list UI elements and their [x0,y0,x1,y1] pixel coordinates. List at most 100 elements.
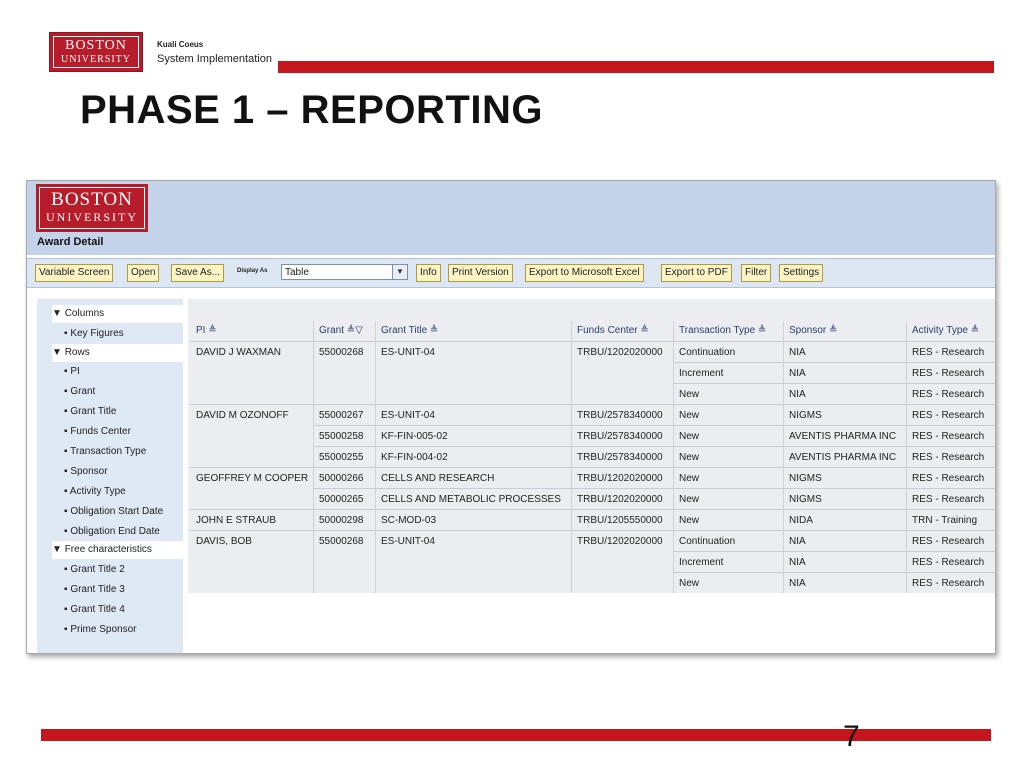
nav-row-item[interactable]: ▪ Funds Center [64,423,131,441]
table-cell: TRBU/1202020000 [577,494,663,505]
table-cell: RES - Research [912,557,985,568]
nav-free-item[interactable]: ▪ Prime Sponsor [64,621,136,639]
table-cell: RES - Research [912,452,985,463]
nav-free-characteristics[interactable]: ▼ Free characteristics [52,541,187,559]
table-cell: Increment [679,557,724,568]
table-cell: TRBU/2578340000 [577,410,663,421]
open-button[interactable]: Open [127,264,160,282]
table-cell: New [679,473,700,484]
table-cell: ES-UNIT-04 [381,410,435,421]
table-cell: New [679,452,700,463]
nav-row-item[interactable]: ▪ Sponsor [64,463,108,481]
report-table: PI ≜ Grant ≜▽ Grant Title ≜ Funds Center ≜ T… [188,299,995,593]
logo-line-2: UNIVERSITY [61,54,131,65]
report-screenshot: BOSTON UNIVERSITY Award Detail Variable … [26,180,996,654]
app-header: BOSTON UNIVERSITY Award Detail [27,181,995,255]
table-cell: RES - Research [912,578,985,589]
column-header[interactable]: Transaction Type ≜ [679,322,766,340]
nav-free-label: Grant Title 2 [70,564,125,575]
column-header[interactable]: Grant ≜▽ [319,322,363,340]
top-accent-bar [278,61,994,73]
nav-row-label: Obligation End Date [70,526,160,537]
column-header[interactable]: Grant Title ≜ [381,322,438,340]
settings-button[interactable]: Settings [779,264,824,282]
nav-rows[interactable]: ▼ Rows [52,344,187,362]
table-cell: RES - Research [912,494,985,505]
table-cell: NIA [789,389,806,400]
table-cell: SC-MOD-03 [381,515,437,526]
table-cell: New [679,578,700,589]
table-cell: KF-FIN-004-02 [381,452,448,463]
column-divider [571,321,572,593]
table-cell: RES - Research [912,389,985,400]
chevron-down-icon[interactable]: ▼ [392,264,408,280]
table-cell: RES - Research [912,473,985,484]
table-cell: Continuation [679,347,736,358]
save-as-button[interactable]: Save As... [171,264,225,282]
nav-row-label: PI [70,366,80,377]
variable-screen-button[interactable]: Variable Screen [35,264,114,282]
nav-row-item[interactable]: ▪ Obligation End Date [64,523,160,541]
nav-row-label: Grant Title [70,406,117,417]
table-cell: RES - Research [912,536,985,547]
page-number: 7 [843,720,860,753]
nav-free-label: Grant Title 3 [70,584,125,595]
table-cell: RES - Research [912,368,985,379]
nav-row-item[interactable]: ▪ Grant [64,383,95,401]
table-cell: NIGMS [789,410,822,421]
table-cell: TRBU/1202020000 [577,536,663,547]
column-header[interactable]: PI ≜ [196,322,217,340]
export-pdf-button[interactable]: Export to PDF [661,264,732,282]
nav-row-item[interactable]: ▪ Transaction Type [64,443,146,461]
table-cell: New [679,494,700,505]
table-cell: New [679,389,700,400]
table-cell: JOHN E STRAUB [196,515,277,526]
column-header[interactable]: Sponsor ≜ [789,322,837,340]
display-as-select[interactable]: Table [281,264,407,280]
navigation-panel: ▼ Columns ▪ Key Figures ▼ Rows ▪ PI ▪ Gr… [37,299,187,653]
column-header[interactable]: Funds Center ≜ [577,322,649,340]
export-excel-button[interactable]: Export to Microsoft Excel [525,264,644,282]
expand-triangle-icon: ▼ [52,308,65,319]
nav-key-figures-label: Key Figures [70,328,124,339]
nav-free-characteristics-label: Free characteristics [64,544,152,555]
boston-university-logo: BOSTON UNIVERSITY [49,32,143,72]
nav-row-label: Funds Center [70,426,131,437]
column-header[interactable]: Activity Type ≜ [912,322,979,340]
table-cell: 55000268 [319,536,364,547]
nav-columns[interactable]: ▼ Columns [52,305,187,323]
table-cell: NIGMS [789,473,822,484]
nav-row-label: Sponsor [70,466,108,477]
nav-row-item[interactable]: ▪ PI [64,363,80,381]
table-cell: RES - Research [912,347,985,358]
table-cell: ES-UNIT-04 [381,536,435,547]
nav-free-item[interactable]: ▪ Grant Title 2 [64,561,125,579]
app-logo-line-1: BOSTON [51,189,133,210]
app-logo-line-2: UNIVERSITY [46,210,138,224]
table-cell: New [679,431,700,442]
slide-title: PHASE 1 – REPORTING [80,88,543,132]
nav-row-item[interactable]: ▪ Grant Title [64,403,116,421]
nav-free-item[interactable]: ▪ Grant Title 3 [64,581,125,599]
nav-free-item[interactable]: ▪ Grant Title 4 [64,601,125,619]
table-cell: New [679,410,700,421]
nav-row-item[interactable]: ▪ Activity Type [64,483,126,501]
nav-row-item[interactable]: ▪ Obligation Start Date [64,503,163,521]
expand-triangle-icon: ▼ [52,347,65,358]
nav-key-figures[interactable]: ▪ Key Figures [64,325,124,343]
table-cell: NIA [789,368,806,379]
filter-button[interactable]: Filter [741,264,772,282]
table-cell: 55000267 [319,410,364,421]
table-cell: AVENTIS PHARMA INC [789,431,897,442]
toolbar: Variable Screen Open Save As... Display … [27,258,995,288]
table-cell: KF-FIN-005-02 [381,431,448,442]
table-cell: 50000298 [319,515,364,526]
table-cell: ES-UNIT-04 [381,347,435,358]
info-button[interactable]: Info [416,264,441,282]
table-cell: GEOFFREY M COOPER [196,473,309,484]
table-cell: 50000265 [319,494,364,505]
table-cell: CELLS AND RESEARCH [381,473,495,484]
nav-columns-label: Columns [64,308,105,319]
table-cell: Continuation [679,536,736,547]
print-version-button[interactable]: Print Version [448,264,513,282]
